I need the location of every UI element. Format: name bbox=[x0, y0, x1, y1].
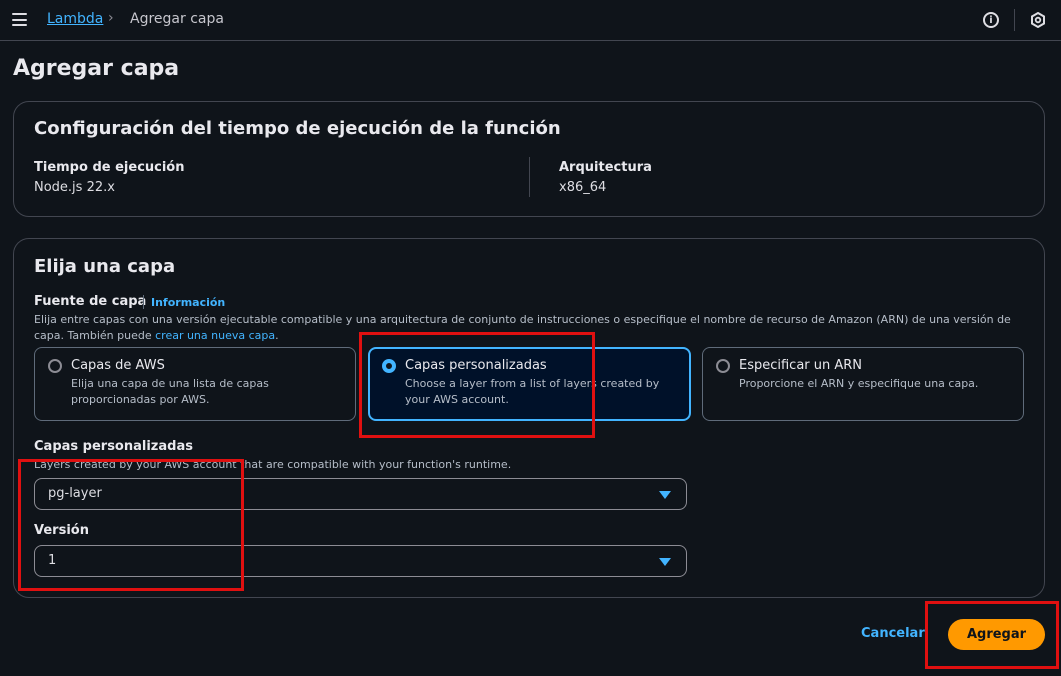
version-value: 1 bbox=[48, 553, 57, 568]
architecture-value: x86_64 bbox=[559, 180, 607, 195]
radio-button-selected[interactable] bbox=[382, 359, 396, 373]
layer-source-label: Fuente de capa bbox=[34, 294, 147, 309]
option-aws-layers[interactable]: Capas de AWS Elija una capa de una lista… bbox=[34, 347, 356, 421]
menu-icon[interactable] bbox=[12, 13, 27, 26]
runtime-panel-title: Configuración del tiempo de ejecución de… bbox=[34, 118, 561, 139]
custom-layers-label: Capas personalizadas bbox=[34, 439, 193, 454]
info-link-divider bbox=[143, 295, 144, 309]
runtime-label: Tiempo de ejecución bbox=[34, 160, 185, 175]
option-description: Elija una capa de una lista de capas pro… bbox=[71, 377, 269, 406]
option-title: Capas de AWS bbox=[71, 358, 165, 373]
runtime-value: Node.js 22.x bbox=[34, 180, 115, 195]
page-title: Agregar capa bbox=[13, 56, 180, 81]
create-layer-link[interactable]: crear una nueva capa bbox=[155, 329, 275, 342]
breadcrumb-separator-icon: › bbox=[108, 10, 114, 26]
option-description: Proporcione el ARN y especifique una cap… bbox=[739, 377, 979, 390]
top-navigation-bar: Lambda › Agregar capa i bbox=[0, 0, 1061, 41]
option-title: Especificar un ARN bbox=[739, 358, 863, 373]
radio-button[interactable] bbox=[48, 359, 62, 373]
cancel-button[interactable]: Cancelar bbox=[861, 626, 925, 641]
caret-down-icon bbox=[659, 558, 671, 566]
breadcrumb-lambda-link[interactable]: Lambda bbox=[47, 11, 103, 27]
caret-down-icon bbox=[659, 491, 671, 499]
topbar-divider bbox=[1014, 9, 1015, 31]
breadcrumb-current: Agregar capa bbox=[130, 11, 224, 27]
custom-layers-value: pg-layer bbox=[48, 486, 102, 501]
custom-layers-description: Layers created by your AWS account that … bbox=[34, 458, 512, 471]
option-custom-layers[interactable]: Capas personalizadas Choose a layer from… bbox=[368, 347, 691, 421]
architecture-label: Arquitectura bbox=[559, 160, 652, 175]
info-link[interactable]: Información bbox=[151, 296, 225, 309]
layer-source-description: Elija entre capas con una versión ejecut… bbox=[34, 313, 1011, 342]
add-button[interactable]: Agregar bbox=[948, 619, 1045, 650]
settings-icon[interactable] bbox=[1030, 12, 1046, 28]
option-specify-arn[interactable]: Especificar un ARN Proporcione el ARN y … bbox=[702, 347, 1024, 421]
option-description: Choose a layer from a list of layers cre… bbox=[405, 377, 660, 406]
runtime-config-panel: Configuración del tiempo de ejecución de… bbox=[13, 101, 1045, 217]
custom-layers-select[interactable]: pg-layer bbox=[34, 478, 687, 510]
choose-layer-panel: Elija una capa Fuente de capa Informació… bbox=[13, 238, 1045, 598]
info-icon[interactable]: i bbox=[983, 12, 999, 28]
version-select[interactable]: 1 bbox=[34, 545, 687, 577]
option-title: Capas personalizadas bbox=[405, 358, 547, 373]
radio-button[interactable] bbox=[716, 359, 730, 373]
version-label: Versión bbox=[34, 523, 89, 538]
column-divider bbox=[529, 157, 530, 197]
layer-panel-title: Elija una capa bbox=[34, 256, 176, 277]
